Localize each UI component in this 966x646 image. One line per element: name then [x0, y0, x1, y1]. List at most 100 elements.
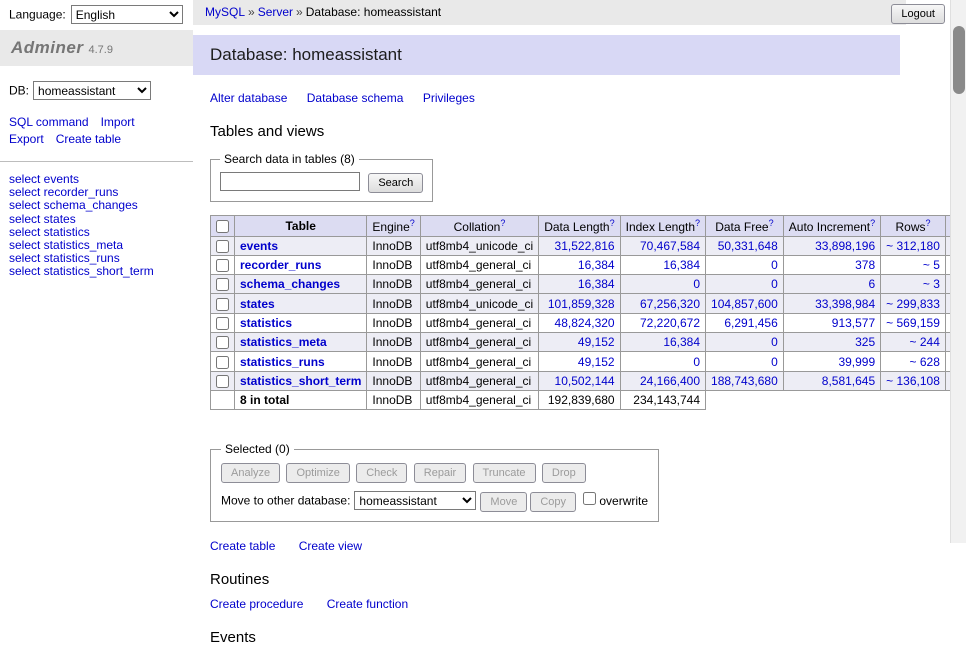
auto-increment-link[interactable]: 913,577	[832, 316, 875, 330]
help-icon[interactable]: ?	[610, 218, 615, 228]
optimize-button[interactable]: Optimize	[286, 463, 349, 483]
index-length-link[interactable]: 0	[693, 355, 700, 369]
index-length-link[interactable]: 72,220,672	[640, 316, 700, 330]
row-checkbox[interactable]	[216, 317, 229, 330]
table-name-link[interactable]: states	[240, 297, 275, 311]
data-length-link[interactable]: 49,152	[578, 335, 615, 349]
sql-command-link[interactable]: SQL command	[9, 115, 89, 129]
help-icon[interactable]: ?	[926, 218, 931, 228]
index-length-link[interactable]: 16,384	[663, 258, 700, 272]
db-select[interactable]: homeassistant	[33, 81, 151, 100]
rows-count-link[interactable]: ~ 244	[910, 335, 940, 349]
data-length-link[interactable]: 49,152	[578, 355, 615, 369]
create-function-link[interactable]: Create function	[327, 597, 408, 611]
rows-count-link[interactable]: ~ 3	[923, 277, 940, 291]
table-name-link[interactable]: statistics_meta	[240, 335, 327, 349]
table-name-link[interactable]: events	[240, 239, 278, 253]
repair-button[interactable]: Repair	[414, 463, 466, 483]
data-length-link[interactable]: 16,384	[578, 277, 615, 291]
move-database-select[interactable]: homeassistant	[354, 491, 476, 510]
table-name-link[interactable]: statistics	[240, 316, 292, 330]
data-free-link[interactable]: 188,743,680	[711, 374, 778, 388]
table-name-link[interactable]: statistics_short_term	[240, 374, 361, 388]
scrollbar-thumb[interactable]	[953, 26, 965, 94]
data-length-link[interactable]: 10,502,144	[555, 374, 615, 388]
collation-cell: utf8mb4_general_ci	[420, 313, 538, 332]
index-length-link[interactable]: 16,384	[663, 335, 700, 349]
index-length-link[interactable]: 0	[693, 277, 700, 291]
auto-increment-link[interactable]: 325	[855, 335, 875, 349]
check-button[interactable]: Check	[356, 463, 407, 483]
sidebar-item-select-statistics-short-term[interactable]: select statistics_short_term	[9, 265, 184, 278]
select-all-checkbox[interactable]	[216, 220, 229, 233]
sidebar-item-select-states[interactable]: select states	[9, 213, 184, 226]
data-free-link[interactable]: 0	[771, 258, 778, 272]
help-icon[interactable]: ?	[769, 218, 774, 228]
table-name-link[interactable]: schema_changes	[240, 277, 340, 291]
data-free-link[interactable]: 0	[771, 355, 778, 369]
row-checkbox[interactable]	[216, 336, 229, 349]
row-checkbox[interactable]	[216, 278, 229, 291]
rows-count-link[interactable]: ~ 569,159	[886, 316, 940, 330]
auto-increment-link[interactable]: 33,898,196	[815, 239, 875, 253]
help-icon[interactable]: ?	[500, 218, 505, 228]
auto-increment-link[interactable]: 6	[868, 277, 875, 291]
row-checkbox[interactable]	[216, 375, 229, 388]
create-view-link[interactable]: Create view	[299, 539, 362, 553]
row-checkbox[interactable]	[216, 356, 229, 369]
row-checkbox[interactable]	[216, 240, 229, 253]
alter-database-link[interactable]: Alter database	[210, 91, 287, 105]
data-length-link[interactable]: 31,522,816	[555, 239, 615, 253]
auto-increment-link[interactable]: 8,581,645	[822, 374, 875, 388]
rows-count-link[interactable]: ~ 628	[910, 355, 940, 369]
index-length-link[interactable]: 67,256,320	[640, 297, 700, 311]
help-icon[interactable]: ?	[410, 218, 415, 228]
breadcrumb-server-link[interactable]: Server	[258, 5, 293, 19]
export-link[interactable]: Export	[9, 132, 44, 146]
search-button[interactable]: Search	[368, 173, 423, 193]
truncate-button[interactable]: Truncate	[473, 463, 536, 483]
table-name-link[interactable]: statistics_runs	[240, 355, 325, 369]
index-length-link[interactable]: 70,467,584	[640, 239, 700, 253]
table-name-link[interactable]: recorder_runs	[240, 258, 321, 272]
rows-count-link[interactable]: ~ 312,180	[886, 239, 940, 253]
data-free-link[interactable]: 104,857,600	[711, 297, 778, 311]
move-button[interactable]: Move	[480, 492, 527, 512]
col-header-rows: Rows?	[881, 215, 946, 236]
index-length-link[interactable]: 24,166,400	[640, 374, 700, 388]
auto-increment-link[interactable]: 39,999	[838, 355, 875, 369]
help-icon[interactable]: ?	[695, 218, 700, 228]
data-length-link[interactable]: 16,384	[578, 258, 615, 272]
auto-increment-link[interactable]: 378	[855, 258, 875, 272]
rows-count-link[interactable]: ~ 299,833	[886, 297, 940, 311]
logout-button[interactable]: Logout	[891, 4, 945, 24]
data-free-link[interactable]: 6,291,456	[724, 316, 777, 330]
data-free-link[interactable]: 50,331,648	[718, 239, 778, 253]
privileges-link[interactable]: Privileges	[423, 91, 475, 105]
drop-button[interactable]: Drop	[542, 463, 586, 483]
create-table-link-sidebar[interactable]: Create table	[56, 132, 121, 146]
data-free-link[interactable]: 0	[771, 277, 778, 291]
overwrite-checkbox[interactable]	[583, 492, 596, 505]
data-length-link[interactable]: 101,859,328	[548, 297, 615, 311]
analyze-button[interactable]: Analyze	[221, 463, 280, 483]
row-checkbox[interactable]	[216, 259, 229, 272]
language-select[interactable]: English	[71, 5, 183, 24]
rows-count-link[interactable]: ~ 136,108	[886, 374, 940, 388]
breadcrumb-mysql-link[interactable]: MySQL	[205, 5, 245, 19]
create-procedure-link[interactable]: Create procedure	[210, 597, 303, 611]
data-length-link[interactable]: 48,824,320	[555, 316, 615, 330]
sidebar-item-select-schema-changes[interactable]: select schema_changes	[9, 199, 184, 212]
vertical-scrollbar[interactable]	[950, 0, 966, 543]
row-checkbox[interactable]	[216, 298, 229, 311]
search-legend: Search data in tables (8)	[220, 152, 359, 166]
help-icon[interactable]: ?	[870, 218, 875, 228]
table-search-input[interactable]	[220, 172, 360, 191]
auto-increment-link[interactable]: 33,398,984	[815, 297, 875, 311]
database-schema-link[interactable]: Database schema	[307, 91, 404, 105]
import-link[interactable]: Import	[101, 115, 135, 129]
data-free-link[interactable]: 0	[771, 335, 778, 349]
copy-button[interactable]: Copy	[530, 492, 576, 512]
rows-count-link[interactable]: ~ 5	[923, 258, 940, 272]
create-table-link[interactable]: Create table	[210, 539, 275, 553]
